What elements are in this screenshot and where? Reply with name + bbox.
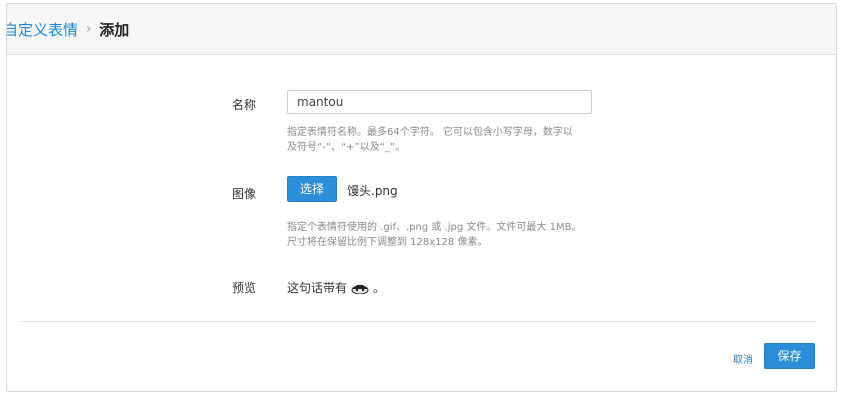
image-hint: 指定个表情符使用的 .gif、.png 或 .jpg 文件。文件可最大 1MB。…: [287, 220, 581, 250]
choose-file-button[interactable]: 选择: [287, 176, 337, 202]
name-hint-line1: 指定表情符名称。最多64个字符。 它可以包含小写字母，数字以: [287, 127, 573, 138]
page-title: 添加: [99, 20, 130, 39]
image-hint-line1: 指定个表情符使用的 .gif、.png 或 .jpg 文件。文件可最大 1MB。: [287, 222, 582, 233]
name-hint-line2: 及符号“-”、“+”以及“_”。: [287, 142, 406, 153]
breadcrumb: 自定义表情 › 添加: [7, 17, 129, 41]
name-hint: 指定表情符名称。最多64个字符。 它可以包含小写字母，数字以 及符号“-”、“+…: [287, 125, 573, 155]
panel-header: 自定义表情 › 添加: [7, 4, 836, 55]
image-label: 图像: [232, 187, 257, 201]
preview-label: 预览: [232, 281, 257, 295]
file-name: 馒头.png: [347, 184, 398, 198]
name-label: 名称: [232, 98, 257, 112]
name-input[interactable]: mantou: [287, 90, 592, 114]
preview-sentence: 这句话带有 。: [287, 279, 385, 296]
breadcrumb-custom-emoji-link[interactable]: 自定义表情: [7, 19, 78, 40]
preview-text-before: 这句话带有: [287, 281, 348, 295]
mantou-emoji-icon: [351, 282, 369, 294]
footer-divider: [21, 321, 816, 322]
emoji-form-panel: 自定义表情 › 添加 名称 mantou 指定表情符名称。最多64个字符。 它可…: [6, 3, 837, 392]
cancel-link[interactable]: 取消: [733, 351, 753, 366]
image-hint-line2: 尺寸将在保留比例下调整到 128x128 像素。: [287, 237, 488, 248]
preview-text-after: 。: [373, 281, 386, 295]
save-button[interactable]: 保存: [764, 343, 815, 369]
breadcrumb-chevron-icon: ›: [86, 21, 92, 37]
